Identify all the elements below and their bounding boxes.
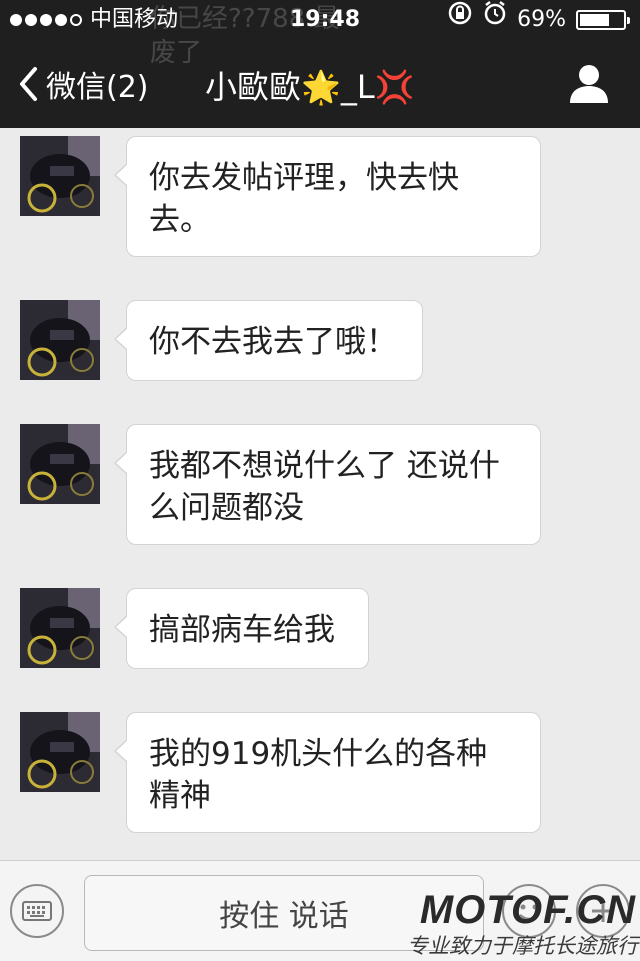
status-bar: 你已经??788 最 废了 中国移动 19:48 69% — [0, 0, 640, 68]
watermark-logo: MOTOF.CN — [419, 888, 636, 932]
avatar[interactable] — [20, 424, 100, 504]
keyboard-toggle-button[interactable] — [10, 884, 64, 938]
alarm-icon — [483, 0, 507, 40]
message-text: 你去发帖评理，快去快去。 — [149, 160, 459, 238]
message-bubble[interactable]: 我的919机头什么的各种精神 — [114, 712, 541, 833]
chevron-left-icon — [20, 67, 37, 101]
contact-info-button[interactable] — [568, 62, 610, 108]
chat-title: 小歐歐🌟_L💢 — [205, 68, 415, 106]
back-label: 微信(2) — [46, 70, 149, 105]
battery-percent: 69% — [517, 7, 566, 32]
back-button[interactable]: 微信(2) — [18, 62, 149, 106]
message-text: 你不去我去了哦！ — [149, 324, 397, 360]
avatar[interactable] — [20, 588, 100, 668]
message-bubble[interactable]: 你不去我去了哦！ — [114, 300, 423, 381]
carrier-name: 中国移动 — [90, 7, 179, 32]
watermark: MOTOF.CN 专业致力于摩托长途旅行 — [398, 888, 640, 960]
battery-icon — [576, 10, 630, 30]
rotation-lock-icon — [447, 0, 473, 40]
nav-bar: 微信(2) 小歐歐🌟_L💢 — [0, 40, 640, 128]
message-text: 搞部病车给我 — [149, 612, 335, 648]
avatar[interactable] — [20, 136, 100, 216]
watermark-slogan: 专业致力于摩托长途旅行 — [407, 934, 638, 958]
keyboard-icon — [22, 901, 52, 921]
hold-to-talk-label: 按住 说话 — [219, 899, 349, 934]
message-bubble[interactable]: 我都不想说什么了 还说什么问题都没 — [114, 424, 541, 545]
message-bubble[interactable]: 你去发帖评理，快去快去。 — [114, 136, 541, 257]
avatar[interactable] — [20, 712, 100, 792]
user-icon — [570, 65, 608, 103]
message-bubble[interactable]: 搞部病车给我 — [114, 588, 369, 669]
avatar[interactable] — [20, 300, 100, 380]
header: 你已经??788 最 废了 中国移动 19:48 69% 微信(2) 小歐歐🌟_… — [0, 0, 640, 128]
message-text: 我都不想说什么了 还说什么问题都没 — [149, 448, 500, 526]
clock: 19:48 — [290, 7, 361, 32]
message-text: 我的919机头什么的各种精神 — [149, 736, 488, 814]
